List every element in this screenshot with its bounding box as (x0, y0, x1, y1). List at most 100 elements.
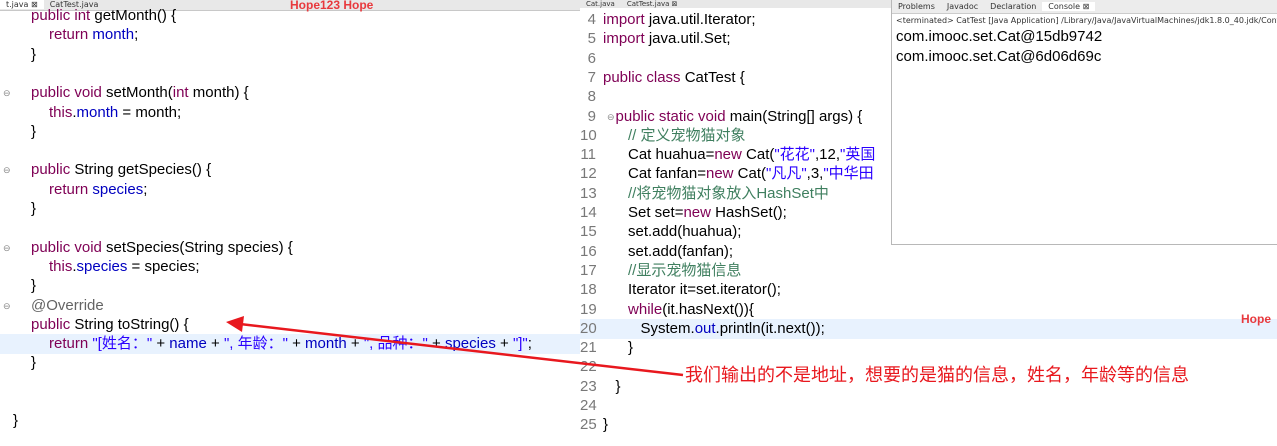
code-text: import java.util.Set; (603, 30, 731, 48)
code-text: public String getSpecies() { (31, 161, 212, 179)
code-line[interactable]: } (0, 276, 580, 296)
watermark-text-right: Hope (1241, 312, 1271, 326)
code-line[interactable] (0, 141, 580, 161)
fold-marker-icon[interactable]: ⊖ (3, 83, 11, 103)
line-number: 9 (587, 107, 596, 125)
line-number: 20 (580, 319, 597, 337)
code-text: Iterator it=set.iterator(); (603, 281, 781, 299)
console-output-line: com.imooc.set.Cat@15db9742 (896, 28, 1103, 45)
line-number: 21 (580, 339, 597, 357)
console-tabs: Problems Javadoc Declaration Console ⊠ (892, 0, 1277, 14)
console-panel[interactable]: Problems Javadoc Declaration Console ⊠ <ter… (891, 0, 1277, 245)
right-editor-tabs: Cat.java CatTest.java ⊠ (580, 0, 900, 8)
fold-marker-icon[interactable]: ⊖ (3, 238, 11, 258)
code-text: this.month = month; (49, 103, 182, 121)
code-text: System.out.println(it.next()); (603, 319, 825, 337)
code-line[interactable]: 18 Iterator it=set.iterator(); (580, 280, 1277, 300)
tab-javadoc[interactable]: Javadoc (941, 2, 984, 11)
line-number: 19 (580, 300, 597, 318)
code-line[interactable] (0, 64, 580, 84)
code-text: public static void main(String[] args) { (615, 107, 863, 125)
line-number: 12 (580, 165, 597, 183)
code-line[interactable]: } (0, 353, 580, 373)
code-line[interactable]: 17 //显示宠物猫信息 (580, 261, 1277, 281)
code-line[interactable]: return "[姓名：" + name + ", 年龄：" + month +… (0, 334, 580, 355)
code-line[interactable]: } (0, 199, 580, 219)
code-text: // 定义宠物猫对象 (628, 126, 746, 144)
code-line[interactable] (0, 373, 580, 393)
code-line[interactable]: this.month = month; (0, 103, 580, 123)
line-number: 10 (580, 126, 597, 144)
tab-cat-java-right[interactable]: Cat.java (580, 0, 621, 8)
code-line[interactable]: return species; (0, 180, 580, 200)
line-number: 18 (580, 281, 597, 299)
code-text: } (603, 339, 634, 357)
code-text: Cat huahua=new Cat("花花",12,"英国 (603, 146, 876, 164)
line-number: 22 (580, 358, 597, 376)
code-line[interactable]: } (0, 411, 580, 431)
line-number: 5 (587, 30, 596, 48)
line-number: 13 (580, 184, 597, 202)
code-line[interactable] (0, 392, 580, 412)
fold-marker-icon[interactable]: ⊖ (3, 160, 11, 180)
code-text: @Override (31, 296, 104, 314)
code-line[interactable]: ⊖ @Override (0, 296, 580, 316)
code-text: public void setSpecies(String species) { (31, 238, 293, 256)
tab-problems[interactable]: Problems (892, 2, 941, 11)
code-line[interactable]: return month; (0, 25, 580, 45)
console-output-line: com.imooc.set.Cat@6d06d69c (896, 48, 1102, 65)
code-text: while(it.hasNext()){ (628, 300, 754, 318)
code-text: } (13, 412, 19, 430)
line-number: 23 (580, 377, 597, 395)
console-status: <terminated> CatTest [Java Application] … (896, 16, 1277, 25)
line-number: 11 (580, 146, 596, 164)
code-line[interactable]: this.species = species; (0, 257, 580, 277)
code-line[interactable]: 21 } (580, 338, 1277, 358)
code-line[interactable]: ⊖ public void setSpecies(String species) … (0, 238, 580, 258)
fold-marker-icon[interactable]: ⊖ (3, 296, 11, 316)
code-text: } (31, 354, 37, 372)
code-text: public String toString() { (31, 315, 189, 333)
code-text: return month; (49, 26, 139, 44)
code-text: this.species = species; (49, 257, 200, 275)
code-text: Set set=new HashSet(); (603, 204, 787, 221)
code-text: } (603, 416, 609, 434)
code-line[interactable]: public int getMonth() { (0, 6, 580, 26)
line-number: 8 (587, 88, 596, 106)
code-text: public int getMonth() { (31, 7, 177, 24)
code-line[interactable]: 24 (580, 396, 1277, 416)
tab-console[interactable]: Console ⊠ (1042, 2, 1096, 11)
line-number: 17 (580, 261, 597, 279)
code-line[interactable]: 19 while(it.hasNext()){ (580, 300, 1277, 320)
annotation-note: 我们输出的不是地址，想要的是猫的信息，姓名，年龄等的信息 (685, 365, 1189, 386)
code-text: //显示宠物猫信息 (628, 261, 742, 279)
code-text: } (31, 45, 37, 63)
code-text: public void setMonth(int month) { (31, 84, 249, 102)
tab-declaration[interactable]: Declaration (984, 2, 1042, 11)
code-line[interactable]: ⊖ public void setMonth(int month) { (0, 83, 580, 103)
code-line[interactable]: } (0, 45, 580, 65)
line-number: 16 (580, 242, 597, 260)
code-text: } (31, 122, 37, 140)
line-number: 14 (580, 204, 597, 221)
line-number: 4 (587, 11, 596, 28)
code-line[interactable]: 20 System.out.println(it.next()); (580, 318, 1277, 339)
tab-cattest-java-right[interactable]: CatTest.java ⊠ (621, 0, 684, 8)
code-text: Cat fanfan=new Cat("凡凡",3,"中华田 (603, 165, 874, 183)
code-line[interactable] (0, 218, 580, 238)
line-number: 24 (580, 397, 597, 414)
code-text: } (31, 277, 37, 295)
code-line[interactable]: ⊖ public String getSpecies() { (0, 160, 580, 180)
code-text: set.add(huahua); (603, 223, 742, 241)
code-text: } (603, 377, 621, 395)
code-line[interactable]: } (0, 122, 580, 142)
code-text: public class CatTest { (603, 68, 745, 86)
code-line[interactable]: 25} (580, 415, 1277, 435)
code-line[interactable]: public String toString() { (0, 315, 580, 335)
line-number: 25 (580, 416, 597, 434)
line-number: 15 (580, 223, 597, 241)
left-editor[interactable]: t.java ⊠ CatTest.java Hope123 Hope public… (0, 0, 580, 446)
code-text: return "[姓名：" + name + ", 年龄：" + month +… (49, 335, 532, 353)
code-text: return species; (49, 180, 148, 198)
line-number: 6 (587, 49, 596, 67)
